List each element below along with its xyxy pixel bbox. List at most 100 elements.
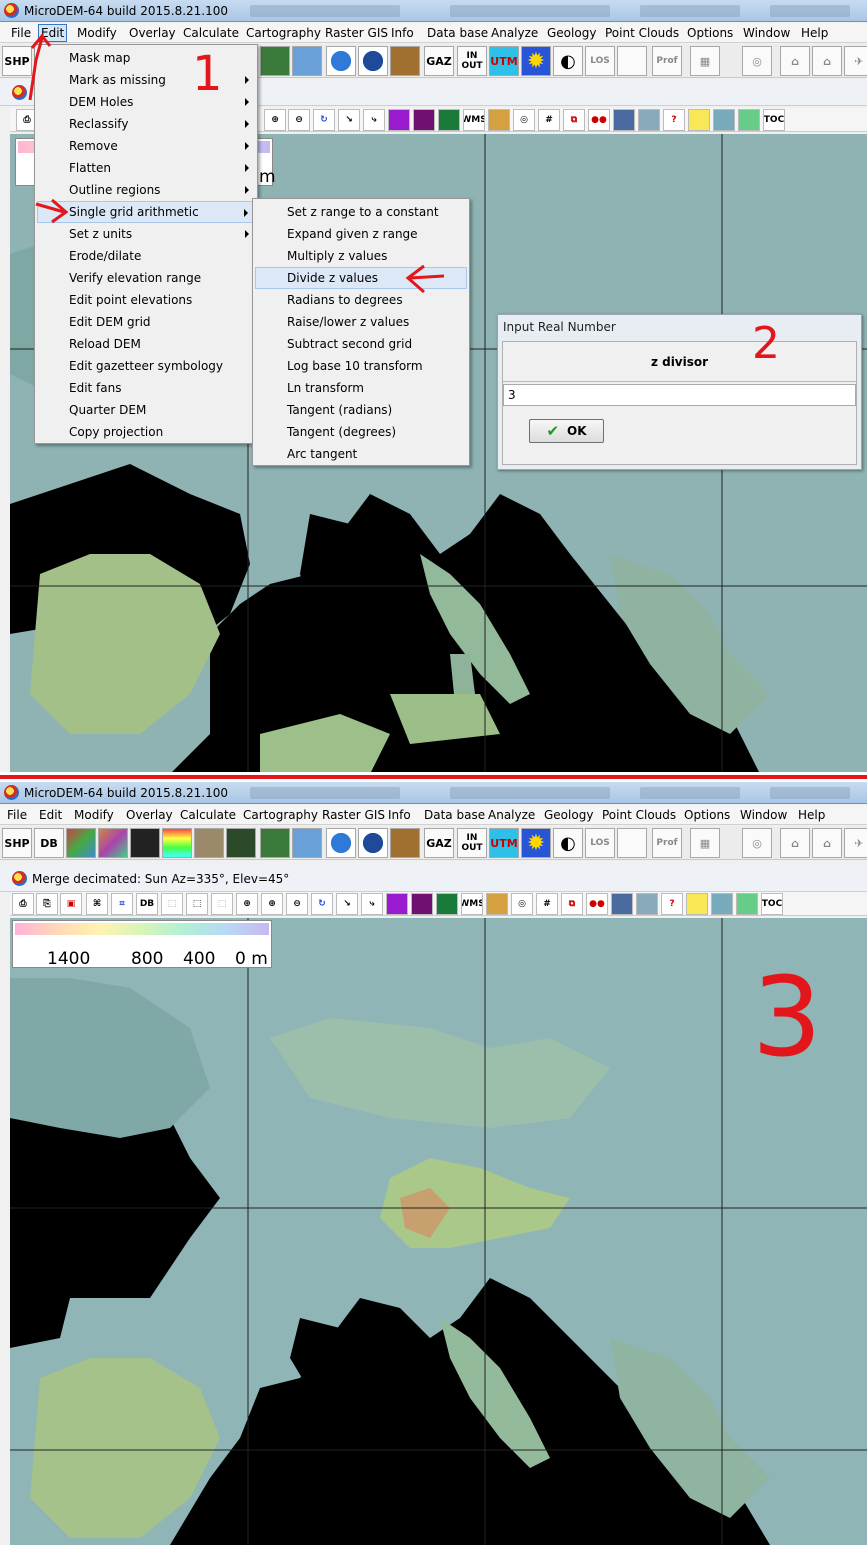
menu-overlay[interactable]: Overlay	[125, 808, 174, 822]
contour-icon[interactable]	[486, 893, 508, 915]
terrain-icon[interactable]	[226, 828, 256, 858]
fly-icon[interactable]: ✈	[844, 828, 867, 858]
sun-icon[interactable]: ✹	[521, 828, 551, 858]
menu-help[interactable]: Help	[797, 808, 826, 822]
satellite-icon[interactable]	[636, 893, 658, 915]
elevation-legend: 1400 800 400 0 m	[12, 920, 272, 969]
zoom-fit-icon[interactable]: ⊕	[261, 893, 283, 915]
menu-edit[interactable]: Edit	[38, 808, 63, 822]
legend-tick: 1400	[47, 949, 91, 969]
menu-raster-gis[interactable]: Raster GIS	[321, 808, 386, 822]
legend-tick: 800	[131, 949, 164, 969]
menu-geology[interactable]: Geology	[543, 808, 594, 822]
globe-icon[interactable]	[326, 828, 356, 858]
database-button[interactable]: DB	[34, 828, 64, 858]
main-toolbar: SHP DB GAZ IN OUT UTM ✹ ◐ LOS Prof ▦ ◎ ⌂ …	[0, 826, 867, 860]
shapefile-button[interactable]: SHP	[2, 828, 32, 858]
subset-icon[interactable]: ⬚	[186, 893, 208, 915]
menu-cartography[interactable]: Cartography	[242, 808, 319, 822]
graph-icon[interactable]: ⌗	[111, 893, 133, 915]
tent-icon[interactable]	[411, 893, 433, 915]
blank-tool-icon[interactable]	[617, 828, 647, 858]
route-icon[interactable]: ⤷	[361, 893, 383, 915]
vegetation-icon[interactable]	[736, 893, 758, 915]
red-separator-line	[0, 772, 867, 782]
out-label: OUT	[461, 843, 483, 853]
menu-data-base[interactable]: Data base	[423, 808, 486, 822]
building2-icon[interactable]: ⌂	[812, 828, 842, 858]
map-overlay-icon[interactable]	[436, 893, 458, 915]
menu-bar: File Edit Modify Overlay Calculate Carto…	[0, 805, 867, 825]
aerial-icon[interactable]	[194, 828, 224, 858]
title-bar: MicroDEM-64 build 2015.8.21.100	[0, 782, 867, 804]
menu-window[interactable]: Window	[739, 808, 788, 822]
sphere-icon[interactable]	[611, 893, 633, 915]
print-icon[interactable]: ⎙	[12, 893, 34, 915]
target-icon[interactable]: ◎	[511, 893, 533, 915]
map-canvas-bottom[interactable]	[10, 918, 867, 1545]
sun-shade-icon[interactable]	[686, 893, 708, 915]
save-icon[interactable]: ▣	[60, 893, 82, 915]
3d-view-icon[interactable]	[260, 828, 290, 858]
microdem-app-icon	[4, 785, 19, 800]
utm-button[interactable]: UTM	[489, 828, 519, 858]
building-icon[interactable]: ⌂	[780, 828, 810, 858]
copy-map-icon[interactable]: ⎘	[36, 893, 58, 915]
zoom-out-icon[interactable]: ⊖	[286, 893, 308, 915]
menu-modify[interactable]: Modify	[73, 808, 115, 822]
europe-relief-map	[10, 918, 867, 1545]
menu-point-clouds[interactable]: Point Clouds	[601, 808, 677, 822]
menu-file[interactable]: File	[6, 808, 28, 822]
menu-info[interactable]: Info	[387, 808, 412, 822]
map-window-titlebar: Merge decimated: Sun Az=335°, Elev=45°	[0, 866, 867, 892]
legend-color-ramp	[15, 923, 269, 935]
menu-options[interactable]: Options	[683, 808, 731, 822]
toc-button[interactable]: TOC	[761, 893, 783, 915]
layers-icon[interactable]: ⧉	[561, 893, 583, 915]
microdem-app-icon	[12, 871, 27, 886]
point-cloud-icon[interactable]	[130, 828, 160, 858]
zoom-in-icon[interactable]: ⊕	[236, 893, 258, 915]
db-button[interactable]: DB	[136, 893, 158, 915]
map-toolbar: ⎙ ⎘ ▣ ⌘ ⌗ DB ⬚ ⬚ ⬚ ⊕ ⊕ ⊖ ↻ ↘ ⤷ WMS ◎ # ⧉…	[10, 892, 867, 916]
turtle-icon[interactable]	[390, 828, 420, 858]
annotation-arrows	[28, 33, 445, 294]
background-tab-ghost	[770, 787, 850, 799]
los-button[interactable]: LOS	[585, 828, 615, 858]
in-label: IN	[466, 833, 478, 843]
menu-analyze[interactable]: Analyze	[487, 808, 536, 822]
in-out-button[interactable]: IN OUT	[457, 828, 487, 858]
net-grid-icon[interactable]: ▦	[690, 828, 720, 858]
polygon-icon[interactable]	[386, 893, 408, 915]
landsat-icon[interactable]	[292, 828, 322, 858]
step-1-annotation: 1	[192, 46, 223, 102]
background-tab-ghost	[250, 787, 400, 799]
image-icon[interactable]	[98, 828, 128, 858]
legend-tick: 400	[183, 949, 216, 969]
redraw-icon[interactable]: ↻	[311, 893, 333, 915]
step-3-annotation: 3	[752, 953, 822, 1081]
wms-button[interactable]: WMS	[461, 893, 483, 915]
world-map-icon[interactable]: ◐	[553, 828, 583, 858]
stereo-icon[interactable]: ●●	[586, 893, 608, 915]
network-icon[interactable]: ⌘	[86, 893, 108, 915]
query-icon[interactable]: ?	[661, 893, 683, 915]
window-title: MicroDEM-64 build 2015.8.21.100	[24, 786, 228, 800]
step-2-annotation: 2	[752, 318, 780, 369]
background-tab-ghost	[640, 787, 740, 799]
legend-tick: 0 m	[235, 949, 268, 969]
dem-icon[interactable]	[66, 828, 96, 858]
map-window-title: Merge decimated: Sun Az=335°, Elev=45°	[32, 872, 290, 886]
colors-icon[interactable]	[162, 828, 192, 858]
stereo-net-icon[interactable]: ◎	[742, 828, 772, 858]
gazetteer-button[interactable]: GAZ	[424, 828, 454, 858]
grid-icon[interactable]: #	[536, 893, 558, 915]
landscape-icon[interactable]	[711, 893, 733, 915]
background-tab-ghost	[450, 787, 610, 799]
measure-icon[interactable]: ↘	[336, 893, 358, 915]
menu-calculate[interactable]: Calculate	[179, 808, 237, 822]
select-region-icon[interactable]: ⬚	[161, 893, 183, 915]
subset-disabled-icon[interactable]: ⬚	[211, 893, 233, 915]
profile-button[interactable]: Prof	[652, 828, 682, 858]
globe-red-icon[interactable]	[358, 828, 388, 858]
